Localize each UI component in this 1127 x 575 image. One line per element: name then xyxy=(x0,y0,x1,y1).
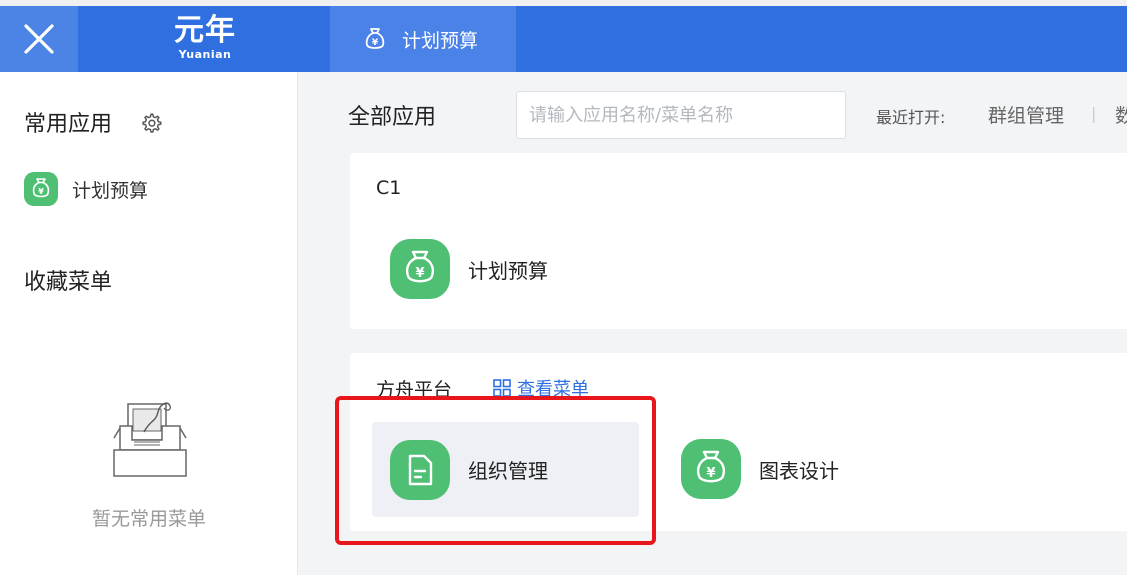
logo-text: 元年 xyxy=(174,13,236,48)
money-bag-icon: ¥ xyxy=(365,28,385,49)
sidebar-item-label: 计划预算 xyxy=(72,179,149,202)
grid-icon xyxy=(493,379,511,397)
group-title: C1 xyxy=(376,177,402,199)
app-organization-management[interactable]: 组织管理 xyxy=(372,422,639,517)
recent-opened-label: 最近打开: xyxy=(876,108,946,127)
money-bag-icon: ¥ xyxy=(24,172,58,206)
document-icon xyxy=(390,439,450,500)
gear-icon[interactable] xyxy=(140,112,162,134)
search-input[interactable] xyxy=(516,91,846,139)
view-menu-label: 查看菜单 xyxy=(517,379,589,400)
sidebar: 常用应用 ¥ 计划预算 收藏菜单 暂无常用菜单 xyxy=(0,72,298,575)
app-group-c1: C1 ¥ 计划预算 xyxy=(350,153,1127,329)
close-button[interactable] xyxy=(0,6,78,72)
app-label: 组织管理 xyxy=(468,459,548,483)
recent-separator: | xyxy=(1091,104,1097,123)
app-chart-design[interactable]: ¥ 图表设计 xyxy=(681,439,839,499)
app-label: 图表设计 xyxy=(759,458,839,483)
money-bag-icon: ¥ xyxy=(681,439,741,499)
empty-box-icon xyxy=(113,402,187,477)
sidebar-item-plan-budget[interactable]: ¥ 计划预算 xyxy=(24,172,148,206)
frequent-apps-heading: 常用应用 xyxy=(24,112,113,137)
app-plan-budget[interactable]: ¥ 计划预算 xyxy=(390,239,548,299)
yuanian-logo: 元年 Yuanian xyxy=(160,14,250,66)
logo-subtext: Yuanian xyxy=(178,48,232,61)
group-title: 方舟平台 xyxy=(376,379,453,401)
view-menu-link[interactable]: 查看菜单 xyxy=(493,375,589,401)
svg-text:¥: ¥ xyxy=(38,187,44,196)
empty-state-text: 暂无常用菜单 xyxy=(91,508,206,530)
close-icon xyxy=(24,24,54,54)
svg-text:¥: ¥ xyxy=(372,38,379,48)
recent-item-truncated[interactable]: 数 xyxy=(1115,101,1127,128)
page-title: 全部应用 xyxy=(348,105,437,130)
favorites-heading: 收藏菜单 xyxy=(24,270,113,295)
recent-item-group-management[interactable]: 群组管理 xyxy=(988,101,1064,128)
top-bar: 元年 Yuanian ¥ 计划预算 xyxy=(0,0,1127,72)
tab-plan-budget[interactable]: ¥ 计划预算 xyxy=(330,6,516,72)
svg-text:¥: ¥ xyxy=(706,466,715,481)
app-label: 计划预算 xyxy=(468,258,548,283)
svg-text:¥: ¥ xyxy=(415,266,424,281)
app-group-fangzhou-platform: 方舟平台 查看菜单 组织管理 ¥ 图表设计 xyxy=(350,353,1127,531)
tab-label: 计划预算 xyxy=(402,29,479,52)
money-bag-icon: ¥ xyxy=(390,239,450,299)
